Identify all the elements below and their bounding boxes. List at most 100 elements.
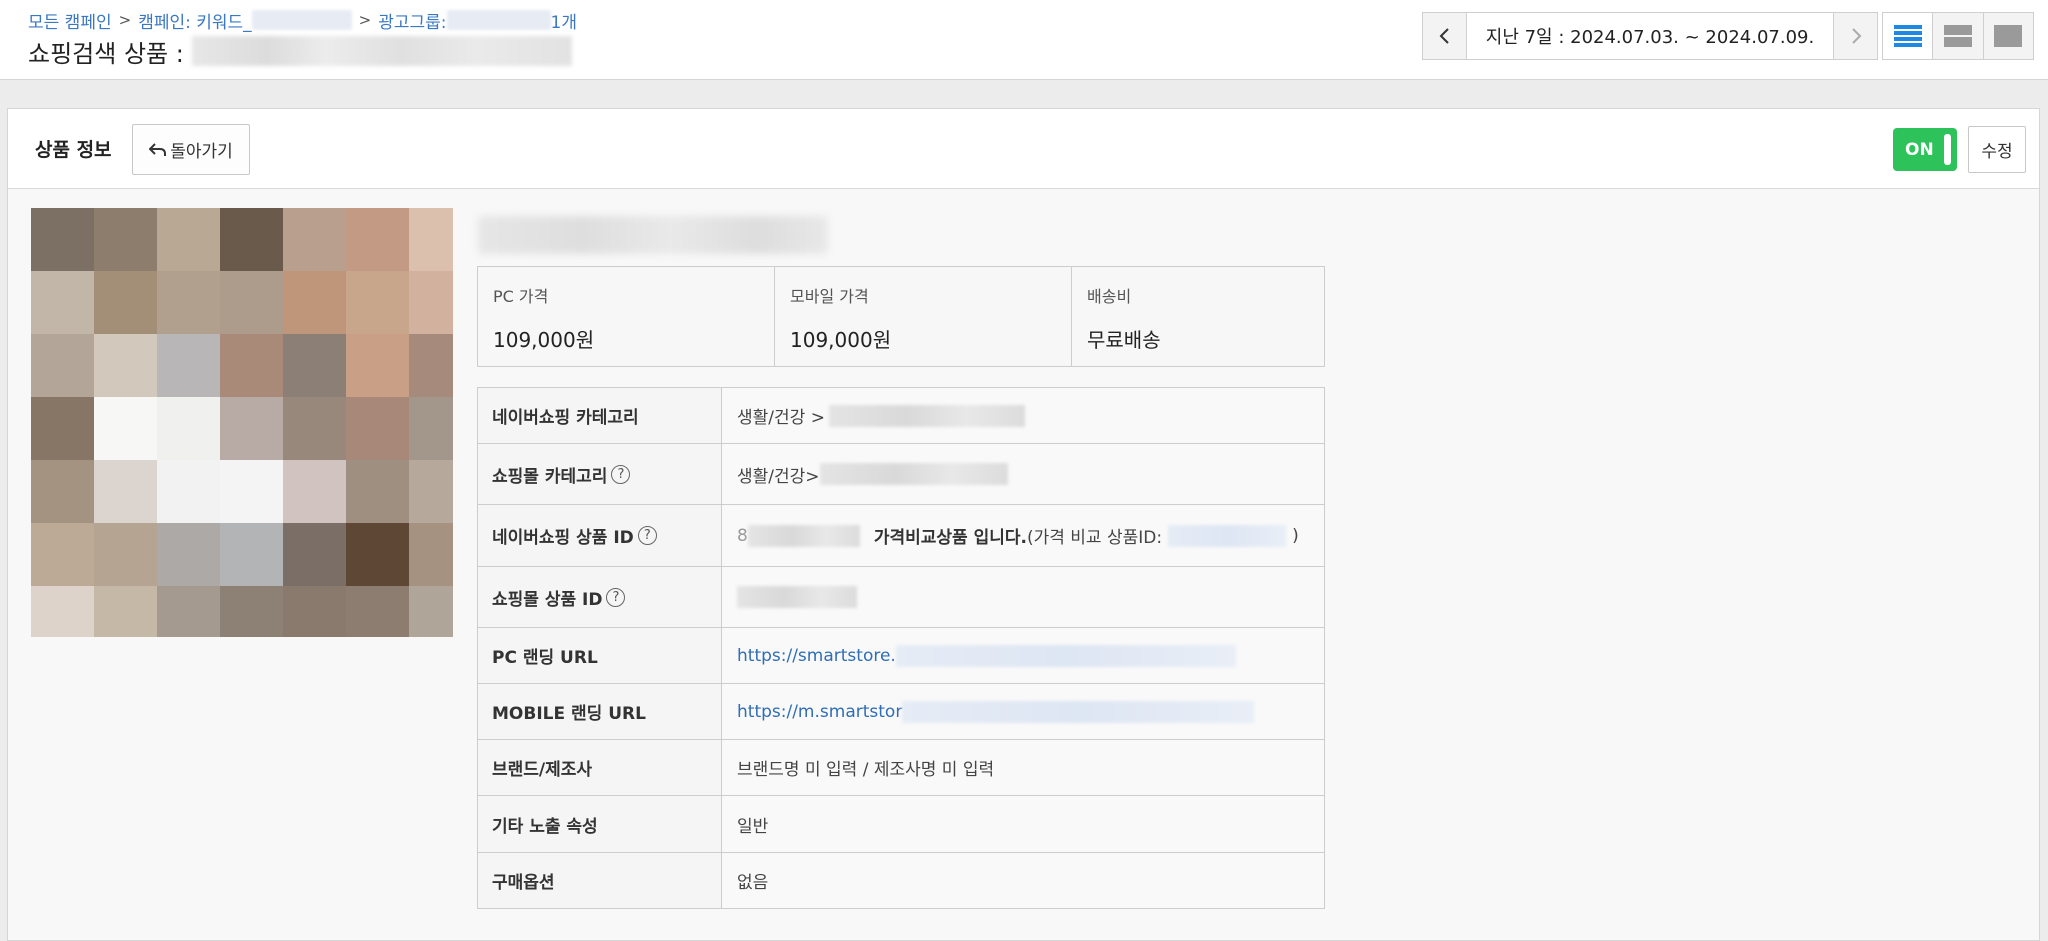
image-pixel (94, 271, 157, 334)
panel-header: 상품 정보 돌아가기 ON 수정 (8, 109, 2039, 189)
pc-url-value: https://smartstore. (722, 628, 1324, 683)
back-arrow-icon (149, 142, 167, 158)
price-compare-id-redacted[interactable] (1168, 524, 1287, 547)
mobile-url-value: https://m.smartstor (722, 684, 1324, 739)
help-icon[interactable]: ? (637, 526, 657, 545)
naver-category-value: 생활/건강 > (722, 388, 1324, 443)
exposure-value: 일반 (737, 816, 769, 837)
mall-category-label: 쇼핑몰 카테고리 (492, 466, 608, 487)
image-pixel (157, 271, 220, 334)
help-icon[interactable]: ? (606, 587, 626, 607)
breadcrumb-adgroup[interactable]: 광고그룹: (378, 8, 446, 33)
breadcrumb-all-campaigns[interactable]: 모든 캠페인 (28, 8, 112, 33)
image-pixel (157, 208, 220, 271)
naver-product-id-value: 8 가격비교상품 입니다. (가격 비교 상품ID: ) (722, 505, 1324, 566)
image-pixel (157, 460, 220, 523)
price-table: PC 가격 109,000원 모바일 가격 109,000원 배송비 무료배송 (477, 266, 1325, 367)
table-row: 네이버쇼핑 카테고리 생활/건강 > (478, 388, 1324, 444)
view-single-button[interactable] (1983, 13, 2033, 59)
mall-category-label-cell: 쇼핑몰 카테고리 ? (478, 444, 722, 504)
chevron-left-icon (1439, 28, 1449, 44)
back-button[interactable]: 돌아가기 (132, 124, 250, 175)
mall-product-id-label: 쇼핑몰 상품 ID (492, 589, 603, 610)
shipping-fee-label: 배송비 (1087, 287, 1132, 306)
table-row: 기타 노출 속성 일반 (478, 796, 1324, 853)
image-pixel (94, 460, 157, 523)
image-pixel (346, 460, 409, 523)
mall-product-id-label-cell: 쇼핑몰 상품 ID ? (478, 567, 722, 627)
table-row: PC 랜딩 URL https://smartstore. (478, 628, 1324, 684)
date-prev-button[interactable] (1423, 13, 1467, 59)
image-pixel (220, 397, 283, 460)
price-pc: PC 가격 109,000원 (478, 267, 775, 366)
mall-category-redacted (819, 463, 1008, 485)
list-view-icon (1893, 25, 1922, 47)
breadcrumb-adgroup-suffix[interactable]: 1개 (551, 8, 577, 33)
image-pixel (94, 334, 157, 397)
naver-product-id-label-cell: 네이버쇼핑 상품 ID ? (478, 505, 722, 566)
exposure-label: 기타 노출 속성 (478, 796, 722, 852)
status-toggle[interactable]: ON (1893, 128, 1957, 171)
edit-button[interactable]: 수정 (1968, 126, 2026, 173)
price-compare-id-label: (가격 비교 상품ID: (1026, 528, 1163, 548)
image-pixel (94, 208, 157, 271)
image-pixel (220, 586, 283, 637)
breadcrumb-campaign[interactable]: 캠페인: 키워드_ (138, 8, 251, 33)
price-mobile: 모바일 가격 109,000원 (775, 267, 1072, 366)
image-pixel (220, 460, 283, 523)
date-next-button[interactable] (1833, 13, 1877, 59)
page-title-redacted (191, 36, 572, 66)
image-pixel (283, 334, 346, 397)
image-pixel (31, 334, 94, 397)
view-split-button[interactable] (1933, 13, 1984, 59)
pc-url-link[interactable]: https://smartstore. (737, 646, 896, 666)
table-row: 쇼핑몰 상품 ID ? (478, 567, 1324, 628)
image-pixel (94, 523, 157, 586)
price-mobile-label: 모바일 가격 (790, 287, 869, 306)
image-pixel (409, 271, 453, 334)
table-row: 구매옵션 없음 (478, 853, 1324, 908)
breadcrumb-separator: > (358, 11, 372, 29)
shipping-fee-value: 무료배송 (1087, 328, 1161, 352)
image-pixel (31, 208, 94, 271)
naver-product-id-redacted (747, 524, 860, 547)
date-range-label[interactable]: 지난 7일 : 2024.07.03. ~ 2024.07.09. (1467, 13, 1833, 59)
mobile-url-redacted[interactable] (902, 700, 1255, 723)
naver-product-id-prefix: 8 (737, 525, 748, 546)
naver-product-id-label: 네이버쇼핑 상품 ID (492, 528, 634, 548)
table-row: 네이버쇼핑 상품 ID ? 8 가격비교상품 입니다. (가격 비교 상품ID:… (478, 505, 1324, 567)
breadcrumb-campaign-redacted (251, 10, 352, 30)
mall-category-text: 생활/건강> (737, 466, 820, 487)
single-view-icon (1994, 25, 2023, 47)
product-info-panel: 상품 정보 돌아가기 ON 수정 PC 가격 109,000원 모바일 가격 1… (7, 108, 2040, 941)
image-pixel (31, 460, 94, 523)
image-pixel (157, 586, 220, 637)
page-title: 쇼핑검색 상품 : (28, 34, 572, 68)
split-view-icon (1943, 25, 1972, 47)
product-info-table: 네이버쇼핑 카테고리 생활/건강 > 쇼핑몰 카테고리 ? 생활/건강> 네이버… (477, 387, 1325, 909)
image-pixel (346, 271, 409, 334)
purchase-options-value: 없음 (737, 873, 769, 893)
image-pixel (346, 586, 409, 637)
mall-product-id-redacted (737, 586, 857, 608)
image-pixel (283, 460, 346, 523)
image-pixel (94, 586, 157, 637)
image-pixel (31, 397, 94, 460)
image-pixel (346, 334, 409, 397)
table-row: MOBILE 랜딩 URL https://m.smartstor (478, 684, 1324, 740)
image-pixel (409, 208, 453, 271)
image-pixel (283, 271, 346, 334)
view-mode-switch (1882, 12, 2034, 60)
help-icon[interactable]: ? (611, 464, 631, 484)
breadcrumb: 모든 캠페인 > 캠페인: 키워드_ > 광고그룹: 1개 (28, 8, 577, 33)
view-list-button[interactable] (1883, 13, 1934, 59)
image-pixel (31, 271, 94, 334)
mobile-url-link[interactable]: https://m.smartstor (737, 702, 902, 722)
image-pixel (409, 586, 453, 637)
image-pixel (409, 460, 453, 523)
image-pixel (409, 397, 453, 460)
pc-url-redacted[interactable] (895, 644, 1236, 667)
top-header: 모든 캠페인 > 캠페인: 키워드_ > 광고그룹: 1개 쇼핑검색 상품 : … (0, 0, 2048, 80)
image-pixel (157, 397, 220, 460)
image-pixel (409, 523, 453, 586)
